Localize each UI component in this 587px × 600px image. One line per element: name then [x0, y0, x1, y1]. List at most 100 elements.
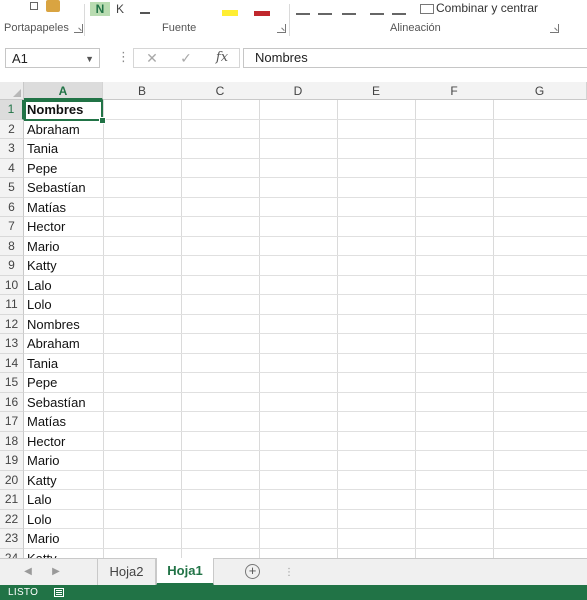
row-header[interactable]: 1: [0, 100, 24, 120]
align-center-icon[interactable]: [318, 13, 332, 15]
column-header-d[interactable]: D: [259, 82, 338, 100]
decrease-indent-icon[interactable]: [370, 13, 384, 15]
row-gridline: [24, 255, 587, 256]
align-left-icon[interactable]: [296, 13, 310, 15]
formula-bar: A1 ▼ ⋮ ✕ ✓ fx Nombres: [0, 38, 587, 83]
cell-a[interactable]: Matías: [25, 198, 102, 218]
sheet-tab-hoja1[interactable]: Hoja1: [156, 558, 214, 586]
cell-a[interactable]: Matías: [25, 412, 102, 432]
cell-a[interactable]: Lolo: [25, 510, 102, 530]
cell-a[interactable]: Nombres: [25, 315, 102, 335]
cell-a[interactable]: Pepe: [25, 159, 102, 179]
row-header[interactable]: 16: [0, 392, 24, 412]
row-header[interactable]: 2: [0, 119, 24, 139]
underline-button[interactable]: [140, 12, 150, 14]
row-header[interactable]: 3: [0, 139, 24, 159]
cell-a[interactable]: Katty: [25, 471, 102, 491]
row-header[interactable]: 15: [0, 373, 24, 393]
formula-input[interactable]: Nombres: [243, 48, 587, 68]
row-header[interactable]: 14: [0, 353, 24, 373]
row-header[interactable]: 24: [0, 548, 24, 558]
name-box[interactable]: A1 ▼: [5, 48, 100, 68]
insert-function-icon[interactable]: fx: [212, 50, 232, 66]
row-header[interactable]: 12: [0, 314, 24, 334]
enter-check-icon[interactable]: ✓: [176, 50, 196, 66]
align-right-icon[interactable]: [342, 13, 356, 15]
row-header[interactable]: 20: [0, 470, 24, 490]
row-header[interactable]: 23: [0, 529, 24, 549]
clipboard-launcher-icon[interactable]: [74, 24, 83, 33]
row-gridline: [24, 177, 587, 178]
row-header[interactable]: 5: [0, 178, 24, 198]
cell-a[interactable]: Katty: [25, 549, 102, 559]
row-header[interactable]: 18: [0, 431, 24, 451]
row-gridline: [24, 391, 587, 393]
group-label-font: Fuente: [162, 22, 197, 34]
column-header-b[interactable]: B: [103, 82, 182, 100]
cancel-icon[interactable]: ✕: [142, 50, 162, 66]
add-sheet-icon[interactable]: +: [245, 564, 260, 579]
row-gridline: [24, 235, 587, 237]
column-header-e[interactable]: E: [337, 82, 416, 100]
cut-icon[interactable]: [30, 2, 38, 10]
cell-a[interactable]: Sebastían: [25, 178, 102, 198]
merge-center-icon[interactable]: [420, 4, 434, 14]
font-color-button[interactable]: [254, 11, 270, 16]
row-header[interactable]: 9: [0, 256, 24, 276]
alignment-launcher-icon[interactable]: [550, 24, 559, 33]
macro-record-icon[interactable]: [54, 588, 64, 597]
row-gridline: [24, 274, 587, 276]
cell-a[interactable]: Hector: [25, 432, 102, 452]
row-header[interactable]: 13: [0, 334, 24, 354]
fill-handle[interactable]: [99, 116, 106, 124]
merge-center-button[interactable]: Combinar y centrar: [436, 1, 538, 17]
column-header-a[interactable]: A: [24, 82, 103, 100]
cell-a[interactable]: Lolo: [25, 295, 102, 315]
cell-a[interactable]: Abraham: [25, 120, 102, 140]
italic-button[interactable]: K: [116, 2, 124, 18]
row-header[interactable]: 11: [0, 295, 24, 315]
row-header[interactable]: 22: [0, 509, 24, 529]
cell-a[interactable]: Lalo: [25, 490, 102, 510]
column-header-f[interactable]: F: [415, 82, 494, 100]
cell-a[interactable]: Lalo: [25, 276, 102, 296]
cell-a[interactable]: Mario: [25, 451, 102, 471]
row-header[interactable]: 8: [0, 236, 24, 256]
row-gridline: [24, 118, 587, 120]
cell-a[interactable]: Abraham: [25, 334, 102, 354]
cell-a[interactable]: Hector: [25, 217, 102, 237]
row-header[interactable]: 6: [0, 197, 24, 217]
font-launcher-icon[interactable]: [277, 24, 286, 33]
row-header[interactable]: 4: [0, 158, 24, 178]
scroll-tabs-right-icon[interactable]: ▶: [50, 566, 62, 577]
spreadsheet-grid[interactable]: A B C D E F G 1 Nombres 2 Abraham 3 Tania 4 Pepe 5 Sebas…: [0, 82, 587, 558]
column-header-g[interactable]: G: [493, 82, 587, 100]
scroll-tabs-left-icon[interactable]: ◀: [22, 566, 34, 577]
increase-indent-icon[interactable]: [392, 13, 406, 15]
bold-button[interactable]: N: [90, 2, 110, 16]
row-gridline: [24, 352, 587, 354]
cell-a[interactable]: Pepe: [25, 373, 102, 393]
column-header-c[interactable]: C: [181, 82, 260, 100]
format-painter-icon[interactable]: [46, 0, 60, 12]
cell-a[interactable]: Sebastían: [25, 393, 102, 413]
cell-a[interactable]: Tania: [25, 354, 102, 374]
row-header[interactable]: 21: [0, 490, 24, 510]
drag-handle-icon[interactable]: ⋮: [117, 50, 130, 64]
cell-a[interactable]: Tania: [25, 139, 102, 159]
highlight-color-button[interactable]: [222, 10, 238, 16]
chevron-down-icon[interactable]: ▼: [85, 49, 94, 69]
row-header[interactable]: 19: [0, 451, 24, 471]
row-header[interactable]: 17: [0, 412, 24, 432]
select-all-button[interactable]: [0, 82, 24, 100]
tabs-scroll-handle-icon[interactable]: ⋮: [284, 567, 294, 578]
ribbon-divider: [289, 4, 290, 36]
cell-a[interactable]: Mario: [25, 237, 102, 257]
row-header[interactable]: 10: [0, 275, 24, 295]
cell-a[interactable]: Katty: [25, 256, 102, 276]
row-header[interactable]: 7: [0, 217, 24, 237]
row-gridline: [24, 411, 587, 412]
ribbon: N K Combinar y centrar Portapapeles Fuen…: [0, 0, 587, 39]
cell-a[interactable]: Mario: [25, 529, 102, 549]
sheet-tab-hoja2[interactable]: Hoja2: [97, 559, 156, 585]
